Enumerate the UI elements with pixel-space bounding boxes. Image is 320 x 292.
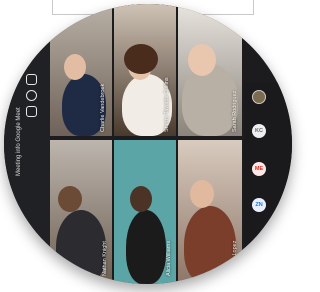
video-tile[interactable]: Adriana Lopez: [178, 140, 242, 284]
more-icon[interactable]: [26, 106, 37, 117]
chat-icon[interactable]: [26, 90, 37, 101]
video-tile[interactable]: Sarah Rodriguez: [178, 4, 242, 136]
video-tile[interactable]: Charlie Vandebroek: [50, 4, 112, 136]
participant-name: Adriana Lopez: [232, 240, 238, 276]
meeting-window: Meeting info Google Meet Charlie Vandebr…: [4, 4, 292, 284]
participant-name: Charlie Vandebroek: [100, 83, 106, 132]
participant-sidebar: [244, 82, 292, 272]
video-tile[interactable]: Alicia Williams: [114, 140, 176, 284]
participant-name: Sherry Tawade Collins: [164, 77, 170, 132]
avatar[interactable]: [252, 90, 266, 104]
meeting-toolbar: Meeting info Google Meet: [4, 4, 50, 284]
participant-name: Nathan Knight: [102, 241, 108, 276]
participant-name: Alicia Williams: [166, 240, 172, 276]
video-tile[interactable]: Nathan Knight: [50, 140, 112, 284]
avatar[interactable]: ZN: [252, 198, 266, 212]
participant-name: Sarah Rodriguez: [232, 90, 238, 132]
avatar[interactable]: ME: [252, 162, 266, 176]
video-tile[interactable]: Sherry Tawade Collins: [114, 4, 176, 136]
meeting-title: Meeting info Google Meet: [16, 107, 22, 176]
people-icon[interactable]: [26, 74, 37, 85]
avatar[interactable]: KC: [252, 124, 266, 138]
